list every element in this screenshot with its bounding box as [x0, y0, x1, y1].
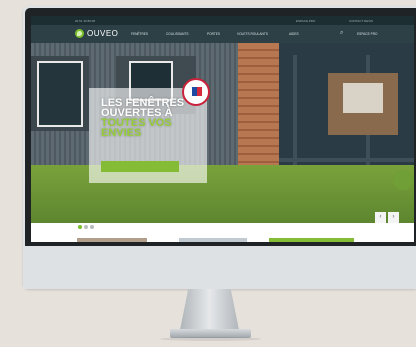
slider-dot-active[interactable] — [78, 225, 82, 229]
hero-banner: LES FENÊTRES OUVERTES À TOUTES VOS ENVIE… — [31, 43, 414, 223]
top-info-bar: 02 51 49 89 08 ESPACE PRO CONTACT DEVIS — [31, 16, 414, 25]
slider-dot[interactable] — [90, 225, 94, 229]
window-frame — [293, 55, 297, 173]
brand-logo[interactable]: OUVEO — [75, 29, 118, 38]
account-link[interactable]: ESPACE PRO — [357, 32, 378, 36]
slider-prev-button[interactable]: ‹ — [375, 212, 386, 223]
monitor: 02 51 49 89 08 ESPACE PRO CONTACT DEVIS … — [23, 6, 416, 289]
topbar-link-2[interactable]: CONTACT DEVIS — [349, 19, 373, 23]
monitor-stand-neck — [180, 289, 239, 330]
slider-next-button[interactable]: › — [388, 212, 399, 223]
phone-number[interactable]: 02 51 49 89 08 — [75, 19, 95, 23]
leaf-icon — [75, 29, 84, 38]
nav-item-aides[interactable]: AIDES — [289, 32, 299, 36]
topbar-link-1[interactable]: ESPACE PRO — [296, 19, 315, 23]
category-tile[interactable] — [179, 238, 247, 242]
stand-shadow — [160, 337, 261, 341]
hero-cta-button[interactable] — [101, 161, 179, 172]
garden-plant — [393, 170, 413, 190]
made-in-france-seal — [182, 78, 210, 106]
window-frame — [279, 158, 414, 162]
interior-sofa — [343, 83, 383, 113]
nav-item-volets[interactable]: VOLETS ROULANTS — [237, 32, 268, 36]
main-navigation: OUVEO FENÊTRES COULISSANTS PORTES VOLETS… — [31, 25, 414, 43]
hero-body-text — [101, 133, 187, 151]
category-tile[interactable] — [77, 238, 147, 242]
search-icon[interactable]: ⌕ — [340, 30, 343, 37]
screen: 02 51 49 89 08 ESPACE PRO CONTACT DEVIS … — [31, 16, 414, 242]
slider-pagination — [31, 223, 414, 242]
brand-name: OUVEO — [87, 29, 119, 38]
nav-item-fenetres[interactable]: FENÊTRES — [131, 32, 148, 36]
nav-item-portes[interactable]: PORTES — [207, 32, 220, 36]
slider-controls: ‹ › — [375, 212, 399, 223]
house-window — [37, 61, 83, 127]
flag-red-icon — [197, 87, 202, 96]
slider-dot[interactable] — [84, 225, 88, 229]
monitor-chin — [23, 246, 416, 289]
category-tile[interactable] — [269, 238, 354, 242]
nav-item-coulissants[interactable]: COULISSANTS — [166, 32, 189, 36]
